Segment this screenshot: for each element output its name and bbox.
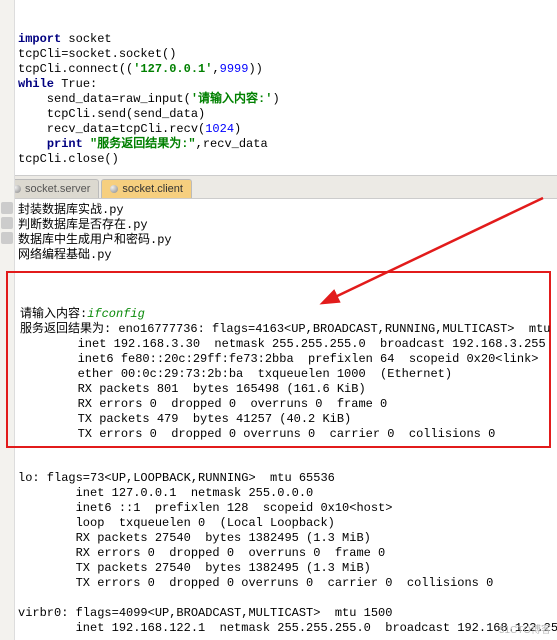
list-item: 判断数据库是否存在.py: [18, 218, 557, 233]
rerun-icon[interactable]: [1, 202, 13, 214]
input-prompt: 请输入内容:: [20, 307, 87, 321]
output-line: lo: flags=73<UP,LOOPBACK,RUNNING> mtu 65…: [18, 471, 335, 485]
output-line: inet6 fe80::20c:29ff:fe73:2bba prefixlen…: [20, 352, 538, 366]
output-line: loop txqueuelen 0 (Local Loopback): [18, 516, 335, 530]
code-keyword: while: [18, 77, 54, 91]
code-string: "服务返回结果为:": [90, 137, 196, 151]
code-keyword: print: [47, 137, 83, 151]
user-input: ifconfig: [87, 307, 145, 321]
list-item: 数据库中生成用户和密码.py: [18, 233, 557, 248]
output-line: RX packets 801 bytes 165498 (161.6 KiB): [20, 382, 366, 396]
highlighted-output: 请输入内容:ifconfig 服务返回结果为: eno16777736: fla…: [6, 271, 551, 448]
output-line: eno16777736: flags=4163<UP,BROADCAST,RUN…: [118, 322, 550, 336]
output-line: inet6 ::1 prefixlen 128 scopeid 0x10<hos…: [18, 501, 392, 515]
console-output: lo: flags=73<UP,LOOPBACK,RUNNING> mtu 65…: [0, 452, 557, 640]
code-number: 1024: [205, 122, 234, 136]
output-line: ether 00:0c:29:73:2b:ba txqueuelen 1000 …: [20, 367, 452, 381]
code-editor[interactable]: import socket tcpCli=socket.socket() tcp…: [0, 0, 557, 175]
result-label: 服务返回结果为:: [20, 322, 118, 336]
output-line: TX errors 0 dropped 0 overruns 0 carrier…: [18, 576, 493, 590]
list-item: 封装数据库实战.py: [18, 203, 557, 218]
output-line: TX packets 479 bytes 41257 (40.2 KiB): [20, 412, 351, 426]
tab-socket-client[interactable]: socket.client: [101, 179, 192, 198]
tab-label: socket.client: [122, 183, 183, 195]
output-line: virbr0: flags=4099<UP,BROADCAST,MULTICAS…: [18, 606, 392, 620]
code-string: '127.0.0.1': [133, 62, 212, 76]
output-line: inet 192.168.3.30 netmask 255.255.255.0 …: [20, 337, 546, 351]
output-line: RX packets 27540 bytes 1382495 (1.3 MiB): [18, 531, 371, 545]
output-line: TX packets 27540 bytes 1382495 (1.3 MiB): [18, 561, 371, 575]
run-status-icon: [110, 185, 118, 193]
code-string: '请输入内容:': [191, 92, 273, 106]
output-line: inet 127.0.0.1 netmask 255.0.0.0: [18, 486, 313, 500]
tab-label: socket.server: [25, 183, 90, 195]
output-line: TX errors 0 dropped 0 overruns 0 carrier…: [20, 427, 495, 441]
output-line: inet 192.168.122.1 netmask 255.255.255.0…: [18, 621, 557, 635]
code-text: socket: [61, 32, 111, 46]
stop-icon[interactable]: [1, 217, 13, 229]
code-text: tcpCli.connect((: [18, 62, 133, 76]
output-line: RX errors 0 dropped 0 overruns 0 frame 0: [20, 397, 387, 411]
file-list: 封装数据库实战.py 判断数据库是否存在.py 数据库中生成用户和密码.py 网…: [0, 199, 557, 267]
tab-socket-server[interactable]: socket.server: [4, 179, 99, 198]
pause-icon[interactable]: [1, 232, 13, 244]
list-item: 网络编程基础.py: [18, 248, 557, 263]
watermark: 51CTO博客: [499, 621, 551, 636]
run-tabs-bar: socket.server socket.client: [0, 175, 557, 199]
console-gutter: [0, 199, 15, 267]
code-keyword: import: [18, 32, 61, 46]
output-line: RX errors 0 dropped 0 overruns 0 frame 0: [18, 546, 385, 560]
code-text: tcpCli=socket.socket(): [18, 47, 176, 61]
code-number: 9999: [220, 62, 249, 76]
